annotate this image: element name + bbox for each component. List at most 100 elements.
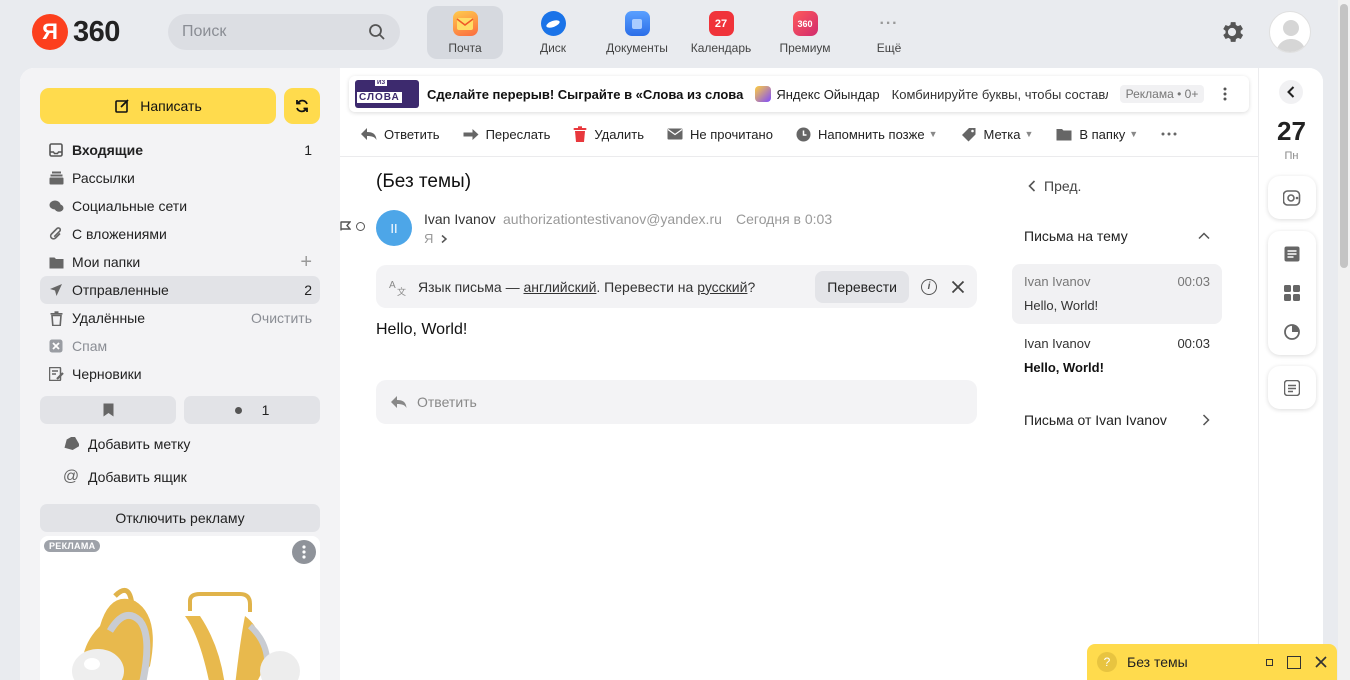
chevron-down-icon: ▼ <box>928 129 938 139</box>
minimized-compose-bar[interactable]: ? Без темы <box>1087 644 1337 680</box>
folder-inbox[interactable]: Входящие 1 <box>40 136 320 164</box>
ad-banner-text: Комбинируйте буквы, чтобы составлять сло… <box>891 86 1108 102</box>
sender-email[interactable]: authorizationtestivanov@yandex.ru <box>503 211 722 227</box>
document-note-icon[interactable] <box>1268 366 1316 409</box>
page-scrollbar[interactable] <box>1338 0 1350 680</box>
app-calendar[interactable]: 27 Календарь <box>679 6 763 59</box>
user-avatar[interactable] <box>1269 11 1311 53</box>
sender-avatar[interactable]: II <box>376 210 412 246</box>
logo-text: 360 <box>73 15 120 48</box>
folder-spam[interactable]: Спам <box>40 332 320 360</box>
thread-header[interactable]: Письма на тему <box>1024 228 1210 244</box>
folder-attachments[interactable]: С вложениями <box>40 220 320 248</box>
app-documents[interactable]: Документы <box>595 6 679 59</box>
folder-newsletters[interactable]: Рассылки <box>40 164 320 192</box>
add-mailbox-link[interactable]: @ Добавить ящик <box>62 468 187 486</box>
delete-button[interactable]: Удалить <box>573 126 644 142</box>
video-call-icon[interactable] <box>1268 176 1316 219</box>
translate-bar: A文 Язык письма — английский. Перевести н… <box>376 265 977 308</box>
add-label-link[interactable]: Добавить метку <box>62 436 190 452</box>
disk-usage-pie-icon[interactable] <box>1268 312 1316 351</box>
search-input[interactable]: Поиск <box>168 14 400 50</box>
folder-label: Удалённые <box>72 310 146 326</box>
filter-unread[interactable]: 1 <box>184 396 320 424</box>
mark-unread-button[interactable]: Не прочитано <box>667 127 773 142</box>
ad-card[interactable]: РЕКЛАМА <box>40 536 320 680</box>
label-tag-icon <box>961 127 975 141</box>
label-button[interactable]: Метка ▼ <box>961 127 1033 142</box>
folder-sent[interactable]: Отправленные 2 <box>40 276 320 304</box>
folder-count: 1 <box>304 142 312 158</box>
compose-button[interactable]: Написать <box>40 88 276 124</box>
compose-label: Написать <box>140 98 202 114</box>
notes-card <box>1268 366 1316 409</box>
remind-later-button[interactable]: Напомнить позже ▼ <box>796 127 938 142</box>
app-documents-label: Документы <box>606 41 668 55</box>
toolbar-divider <box>340 156 1258 157</box>
svg-text:A: A <box>389 280 396 291</box>
folder-my-folders[interactable]: Мои папки + <box>40 248 320 276</box>
minimize-icon[interactable] <box>1266 658 1273 666</box>
reply-button[interactable]: Ответить <box>360 127 440 142</box>
search-icon[interactable] <box>368 23 386 41</box>
add-folder-plus-icon[interactable]: + <box>300 252 312 272</box>
toolbar-more-button[interactable] <box>1161 132 1184 136</box>
trash-red-icon <box>573 126 587 142</box>
quick-reply-box[interactable]: Ответить <box>376 380 977 424</box>
calendar-day[interactable]: 27 <box>1259 116 1323 147</box>
close-icon[interactable] <box>1315 656 1327 668</box>
recipient-me: Я <box>424 231 434 246</box>
at-sign-icon: @ <box>62 468 80 485</box>
clear-trash-link[interactable]: Очистить <box>251 310 312 326</box>
translate-button[interactable]: Перевести <box>815 270 909 303</box>
app-premium[interactable]: 360 Премиум <box>763 6 847 59</box>
move-to-folder-button[interactable]: В папку ▼ <box>1056 127 1138 142</box>
refresh-button[interactable] <box>284 88 320 124</box>
add-label-text: Добавить метку <box>88 436 191 452</box>
delete-label: Удалить <box>594 126 645 142</box>
source-language-link[interactable]: английский <box>524 279 597 295</box>
message-pane: ИЗ СЛОВА Сделайте перерыв! Сыграйте в «С… <box>340 68 1258 680</box>
app-disk[interactable]: Диск <box>511 6 595 59</box>
yandex-360-logo[interactable]: Я 360 <box>32 14 120 50</box>
spam-icon <box>48 338 64 354</box>
read-status-dot-icon[interactable] <box>356 221 365 231</box>
close-icon[interactable] <box>951 280 965 294</box>
collapse-panel-button[interactable] <box>1279 80 1303 104</box>
filter-bookmarked[interactable] <box>40 396 176 424</box>
ad-banner[interactable]: ИЗ СЛОВА Сделайте перерыв! Сыграйте в «С… <box>349 76 1249 112</box>
trash-icon <box>48 310 64 326</box>
recipients-toggle[interactable]: Я <box>424 231 449 246</box>
thread-item[interactable]: Ivan Ivanov 00:03 Hello, World! <box>1012 326 1222 386</box>
folder-trash[interactable]: Удалённые Очистить <box>40 304 320 332</box>
message-flags <box>340 221 365 231</box>
thread-item[interactable]: Ivan Ivanov 00:03 Hello, World! <box>1012 264 1222 324</box>
messages-from-sender-link[interactable]: Письма от Ivan Ivanov <box>1024 412 1210 428</box>
app-mail[interactable]: Почта <box>427 6 503 59</box>
help-question-icon: ? <box>1097 652 1117 672</box>
apps-grid-icon[interactable] <box>1268 273 1316 312</box>
folder-social[interactable]: Социальные сети <box>40 192 320 220</box>
folder-drafts[interactable]: Черновики <box>40 360 320 388</box>
thread-item-text: Hello, World! <box>1024 360 1104 375</box>
app-more[interactable]: ··· Ещё <box>847 6 931 59</box>
sent-icon <box>48 282 64 298</box>
settings-gear-icon[interactable] <box>1218 18 1246 46</box>
forward-button[interactable]: Переслать <box>463 127 550 142</box>
message-subject: (Без темы) <box>376 171 472 192</box>
page-scrollbar-thumb[interactable] <box>1340 4 1348 268</box>
folder-label: Социальные сети <box>72 198 188 214</box>
ad-banner-more-icon[interactable] <box>1218 87 1232 101</box>
chevron-left-icon <box>1287 86 1295 98</box>
previous-message-link[interactable]: Пред. <box>1028 178 1081 194</box>
info-icon[interactable]: i <box>921 278 937 295</box>
label-tag-icon <box>62 437 80 451</box>
flag-icon[interactable] <box>340 221 351 231</box>
disable-ads-button[interactable]: Отключить рекламу <box>40 504 320 532</box>
notes-icon[interactable] <box>1268 234 1316 273</box>
yandex-games-icon <box>755 86 772 102</box>
target-language-link[interactable]: русский <box>697 279 747 295</box>
sender-name[interactable]: Ivan Ivanov <box>424 211 496 227</box>
telemost-card <box>1268 176 1316 219</box>
maximize-icon[interactable] <box>1287 655 1301 669</box>
